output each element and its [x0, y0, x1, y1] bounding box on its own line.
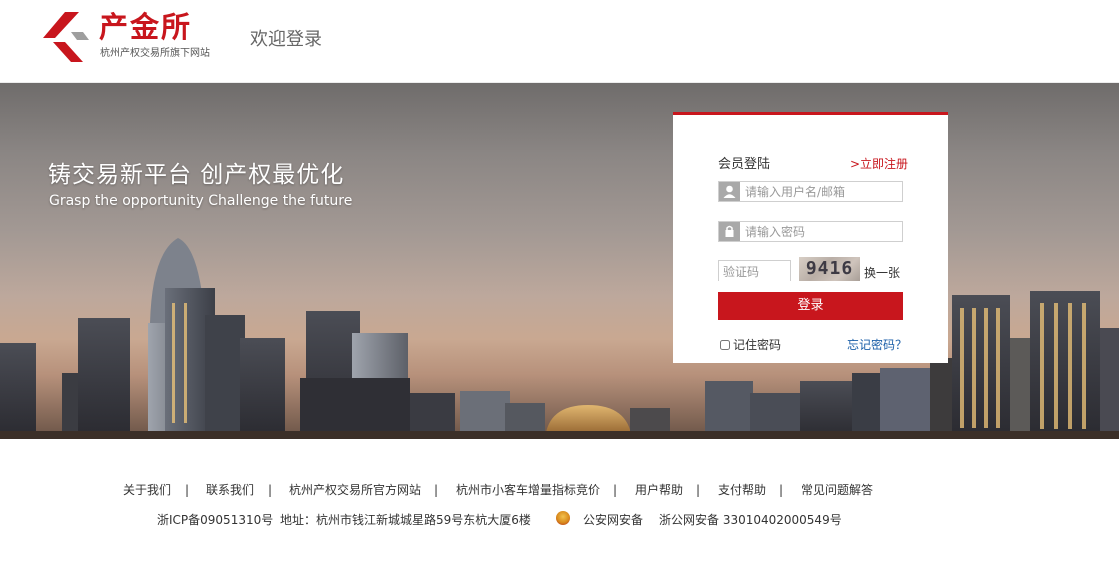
- remember-label: 记住密码: [733, 338, 782, 352]
- captcha-image[interactable]: 9416: [799, 257, 860, 281]
- footer-link-user-help[interactable]: 用户帮助: [635, 482, 683, 498]
- refresh-captcha-link[interactable]: 换一张: [864, 265, 900, 281]
- footer-link-official-site[interactable]: 杭州产权交易所官方网站: [289, 482, 421, 498]
- remember-checkbox[interactable]: [720, 340, 730, 350]
- password-field: [718, 221, 903, 242]
- forgot-password-link[interactable]: 忘记密码？: [847, 337, 907, 353]
- footer-link-contact[interactable]: 联系我们: [206, 482, 254, 498]
- police-record-number[interactable]: 浙公网安备 33010402000549号: [659, 512, 842, 528]
- username-input[interactable]: [745, 182, 901, 201]
- footer-link-about[interactable]: 关于我们: [123, 482, 171, 498]
- police-record[interactable]: 公安网安备: [583, 512, 643, 528]
- login-panel: 会员登陆 >立即注册 9416 换一张 登录 记住密码 忘记密码？: [673, 112, 948, 363]
- remember-password[interactable]: 记住密码: [720, 337, 781, 353]
- footer-link-car-quota[interactable]: 杭州市小客车增量指标竞价: [456, 482, 600, 498]
- icp-number[interactable]: 浙ICP备09051310号: [157, 512, 273, 528]
- username-field: [718, 181, 903, 202]
- footer-link-faq[interactable]: 常见问题解答: [801, 482, 873, 498]
- slogan-chinese: 铸交易新平台 创产权最优化: [48, 162, 345, 188]
- footer-separator: |: [185, 483, 190, 497]
- hero-banner: 铸交易新平台 创产权最优化 Grasp the opportunity Chal…: [0, 83, 1119, 439]
- login-title: 会员登陆: [718, 157, 771, 172]
- police-badge-icon: [556, 511, 570, 525]
- site-header: 产金所 杭州产权交易所旗下网站 欢迎登录: [0, 0, 1119, 83]
- logo-name[interactable]: 产金所: [99, 9, 192, 45]
- captcha-input[interactable]: [719, 262, 790, 282]
- footer-separator: |: [268, 483, 273, 497]
- logo-mark-icon[interactable]: [43, 12, 89, 62]
- slogan-english: Grasp the opportunity Challenge the futu…: [49, 193, 353, 209]
- login-button[interactable]: 登录: [718, 292, 903, 320]
- footer-separator: |: [434, 483, 439, 497]
- user-icon: [719, 182, 740, 201]
- logo-subtitle: 杭州产权交易所旗下网站: [100, 48, 210, 59]
- captcha-field: [718, 260, 791, 282]
- welcome-title: 欢迎登录: [250, 29, 322, 50]
- footer-link-payment-help[interactable]: 支付帮助: [718, 482, 766, 498]
- footer-separator: |: [613, 483, 618, 497]
- register-link[interactable]: >立即注册: [850, 155, 908, 173]
- footer-address: 地址：杭州市钱江新城城星路59号东杭大厦6楼: [280, 513, 531, 527]
- footer-separator: |: [696, 483, 701, 497]
- city-skyline-image: [0, 238, 1119, 439]
- footer-separator: |: [779, 483, 784, 497]
- password-input[interactable]: [745, 222, 901, 241]
- lock-icon: [719, 222, 740, 241]
